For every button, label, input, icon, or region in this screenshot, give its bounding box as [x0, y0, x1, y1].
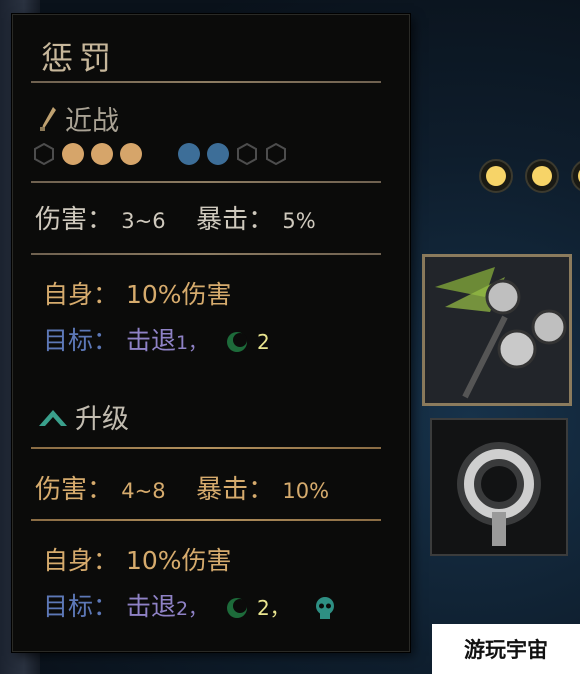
skull-icon: [315, 597, 334, 619]
upgrade-self-effect: 自身： 10%伤害: [43, 541, 232, 577]
base-stats: 伤害： 3~6 暴击： 5%: [35, 199, 316, 236]
upgrade-label: 升级: [75, 404, 129, 435]
rank-light-icon: [525, 159, 559, 193]
upgrade-target-effect: 目标： 击退2， 2，: [43, 587, 338, 623]
knockback-label: 击退: [125, 326, 176, 355]
empty-slot-icon: [266, 143, 286, 165]
self-label: 自身：: [43, 280, 119, 309]
stress-value: 2，: [256, 596, 290, 620]
skill-type-row: 近战: [39, 99, 119, 138]
divider: [31, 519, 381, 521]
target-label: 目标：: [43, 326, 119, 355]
skill-card-punish[interactable]: [422, 254, 572, 406]
position-dots: [33, 143, 287, 165]
empty-slot-icon: [34, 143, 54, 165]
skill-title: 惩罚: [41, 39, 118, 77]
divider: [31, 81, 381, 83]
watermark: 游玩宇宙: [432, 624, 580, 674]
upgrade-arrow-icon: [39, 409, 67, 426]
crit-label: 暴击：: [196, 205, 275, 235]
dagger-icon: [40, 106, 56, 131]
target-label: 目标：: [43, 592, 119, 621]
upgrade-header: 升级: [37, 397, 129, 436]
divider: [31, 447, 381, 449]
damage-label: 伤害：: [35, 475, 114, 505]
divider: [31, 181, 381, 183]
self-effect: 自身： 10%伤害: [43, 275, 232, 311]
launch-position-dot: [91, 143, 113, 165]
skill-type-label: 近战: [65, 106, 119, 137]
launch-position-dot: [62, 143, 84, 165]
rank-light-icon: [571, 161, 580, 191]
target-effect: 目标： 击退1， 2: [43, 321, 270, 357]
target-position-dot: [178, 143, 200, 165]
crit-value: 10%: [282, 479, 330, 503]
spiked-ring-skill-icon: [432, 420, 566, 554]
self-value: 10%伤害: [125, 546, 232, 575]
divider: [31, 253, 381, 255]
self-value: 10%伤害: [125, 280, 232, 309]
damage-value: 4~8: [121, 479, 166, 503]
stress-value: 2: [256, 330, 270, 354]
stress-icon: [227, 332, 248, 352]
knockback-label: 击退: [125, 592, 176, 621]
stress-icon: [227, 598, 248, 618]
damage-label: 伤害：: [35, 205, 114, 235]
crit-label: 暴击：: [196, 475, 275, 505]
empty-slot-icon: [237, 143, 257, 165]
damage-value: 3~6: [121, 209, 166, 233]
knockback-value: 1，: [175, 332, 208, 354]
rank-indicators: [478, 158, 580, 194]
target-position-dot: [207, 143, 229, 165]
knockback-value: 2，: [175, 598, 208, 620]
self-label: 自身：: [43, 546, 119, 575]
upgrade-stats: 伤害： 4~8 暴击： 10%: [35, 469, 329, 506]
flail-skill-icon: [425, 257, 569, 403]
skill-tooltip: 惩罚 近战 伤害： 3~6 暴击： 5% 自身： 10%伤害 目标： 击退1， …: [12, 14, 410, 652]
launch-position-dot: [120, 143, 142, 165]
crit-value: 5%: [282, 209, 316, 233]
skill-card-second[interactable]: [430, 418, 568, 556]
rank-light-icon: [479, 159, 513, 193]
